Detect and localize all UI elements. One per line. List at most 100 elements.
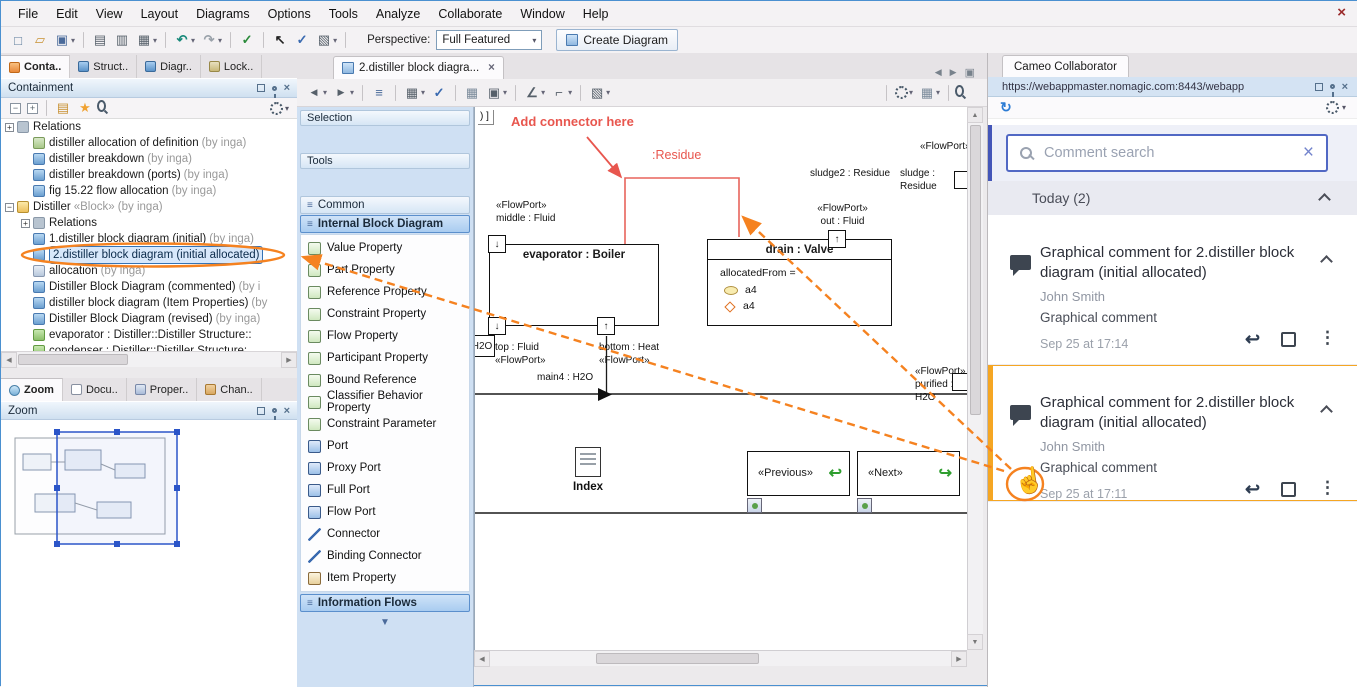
- tree-item[interactable]: distiller breakdown (by inga): [1, 151, 297, 167]
- collapse-all-icon[interactable]: [8, 97, 23, 119]
- print-icon[interactable]: [90, 29, 110, 51]
- zoom-thumbnail[interactable]: [5, 424, 235, 574]
- sticky-mode-icon[interactable]: [327, 130, 347, 149]
- port-out[interactable]: ↑: [828, 230, 846, 248]
- layout-icon[interactable]: [462, 82, 482, 104]
- port-sludge[interactable]: [954, 171, 967, 189]
- tab-containment[interactable]: Conta..: [1, 55, 70, 78]
- text-tool-icon[interactable]: [373, 173, 393, 192]
- tree-item[interactable]: distiller block diagram (Item Properties…: [1, 295, 297, 311]
- related-elements-icon[interactable]: [134, 29, 159, 51]
- tab-documentation[interactable]: Docu..: [63, 378, 127, 401]
- new-project-icon[interactable]: [8, 29, 28, 51]
- tab-locked-elements[interactable]: Lock..: [201, 55, 262, 78]
- related-elements-icon[interactable]: [402, 82, 427, 104]
- scrollbar-thumb[interactable]: [970, 125, 981, 415]
- menu-item[interactable]: Collaborate: [429, 2, 511, 26]
- palette-item[interactable]: Bound Reference: [301, 369, 469, 391]
- clear-search-icon[interactable]: ×: [1291, 142, 1326, 164]
- scrollbar-thumb[interactable]: [596, 653, 759, 664]
- open-project-icon[interactable]: [30, 29, 50, 51]
- scroll-up-icon[interactable]: ▲: [967, 107, 983, 123]
- tree-item[interactable]: − Distiller «Block» (by inga): [1, 199, 297, 215]
- tree-expander-icon[interactable]: −: [5, 203, 14, 212]
- validate-icon[interactable]: [292, 29, 312, 51]
- tab-zoom[interactable]: Zoom: [1, 378, 63, 401]
- show-options-icon[interactable]: [587, 82, 612, 104]
- palette-item[interactable]: Value Property: [301, 237, 469, 259]
- validate-diagram-icon[interactable]: [429, 82, 449, 104]
- tree-item[interactable]: Distiller Block Diagram (commented) (by …: [1, 279, 297, 295]
- layers-icon[interactable]: [314, 29, 339, 51]
- scroll-left-icon[interactable]: ◀: [474, 651, 490, 667]
- scroll-right-icon[interactable]: ▶: [281, 352, 297, 368]
- comment-card[interactable]: Graphical comment for 2.distiller block …: [988, 215, 1357, 365]
- today-section-header[interactable]: Today (2): [988, 181, 1357, 215]
- pin-icon[interactable]: [272, 86, 277, 91]
- select-cursor-icon[interactable]: [304, 130, 324, 149]
- tree-item[interactable]: 1.distiller block diagram (initial) (by …: [1, 231, 297, 247]
- grid-options-icon[interactable]: [917, 82, 942, 104]
- containment-options-button[interactable]: ▾: [270, 102, 289, 115]
- next-diagram-icon[interactable]: [331, 82, 356, 104]
- float-panel-icon[interactable]: [257, 407, 265, 415]
- menu-item[interactable]: Layout: [132, 2, 188, 26]
- tree-h-scrollbar[interactable]: ◀ ▶: [1, 351, 297, 367]
- note-tool-icon[interactable]: [396, 173, 416, 192]
- sum-icon[interactable]: [350, 173, 370, 192]
- tree-item-2-distiller-block-diagram[interactable]: 2.distiller block diagram (initial alloc…: [1, 247, 297, 263]
- split-icon[interactable]: [327, 173, 347, 192]
- palette-item[interactable]: Participant Property: [301, 347, 469, 369]
- close-icon[interactable]: ×: [1337, 4, 1346, 21]
- resolve-checkbox[interactable]: [1281, 332, 1296, 347]
- scroll-tabs-right-icon[interactable]: ▶: [950, 67, 957, 78]
- palette-item[interactable]: Item Property: [301, 567, 469, 589]
- menu-item[interactable]: Analyze: [367, 2, 429, 26]
- pin-icon[interactable]: [1330, 84, 1335, 89]
- diagram-tab[interactable]: 2.distiller block diagra... ×: [333, 56, 504, 79]
- group-mode-icon[interactable]: [350, 130, 370, 149]
- undo-icon[interactable]: [172, 29, 197, 51]
- close-panel-icon[interactable]: [284, 407, 290, 415]
- tree-item[interactable]: + Relations: [1, 119, 297, 135]
- tree-item[interactable]: distiller allocation of definition (by i…: [1, 135, 297, 151]
- menu-item[interactable]: Help: [574, 2, 618, 26]
- swimlane-icon[interactable]: [304, 173, 324, 192]
- float-panel-icon[interactable]: [257, 84, 265, 92]
- scroll-right-icon[interactable]: ▶: [951, 651, 967, 667]
- palette-item[interactable]: Flow Property: [301, 325, 469, 347]
- palette-item[interactable]: Reference Property: [301, 281, 469, 303]
- menu-item[interactable]: Window: [511, 2, 573, 26]
- search-icon[interactable]: [97, 97, 114, 119]
- tab-cameo-collaborator[interactable]: Cameo Collaborator: [1002, 55, 1129, 77]
- tree-item[interactable]: distiller breakdown (ports) (by inga): [1, 167, 297, 183]
- save-icon[interactable]: [52, 29, 77, 51]
- close-tab-icon[interactable]: ×: [488, 62, 495, 74]
- comment-search-box[interactable]: ×: [1006, 134, 1328, 172]
- tree-expander-icon[interactable]: +: [21, 219, 30, 228]
- menu-item[interactable]: View: [87, 2, 132, 26]
- pin-icon[interactable]: [272, 408, 277, 413]
- perspective-select[interactable]: Full Featured▾: [436, 30, 542, 50]
- canvas-h-scrollbar[interactable]: ◀ ▶: [474, 650, 967, 666]
- more-options-icon[interactable]: ⋮: [1319, 478, 1336, 498]
- find-in-diagram-icon[interactable]: [955, 82, 972, 104]
- containment-tree-toggle-icon[interactable]: [369, 82, 389, 104]
- float-panel-icon[interactable]: [1315, 83, 1323, 91]
- palette-item[interactable]: Flow Port: [301, 501, 469, 523]
- palette-group-information-flows[interactable]: ≡Information Flows: [300, 594, 470, 612]
- spell-check-icon[interactable]: [237, 29, 257, 51]
- palette-item[interactable]: Classifier Behavior Property: [301, 391, 469, 413]
- collapse-comment-icon[interactable]: [1320, 405, 1333, 418]
- diagram-canvas[interactable]: ) ] Add connector here :Residue evaporat…: [474, 107, 967, 650]
- port-bottom[interactable]: ↑: [597, 317, 615, 335]
- palette-item[interactable]: Port: [301, 435, 469, 457]
- tab-diagrams[interactable]: Diagr..: [137, 55, 201, 78]
- scroll-down-icon[interactable]: ▼: [967, 634, 983, 650]
- menu-item[interactable]: Tools: [320, 2, 367, 26]
- port-middle[interactable]: ↓: [488, 235, 506, 253]
- zoom-fit-icon[interactable]: [484, 82, 509, 104]
- reply-icon[interactable]: ↩: [1245, 479, 1260, 500]
- evaporator-block[interactable]: evaporator : Boiler: [489, 244, 659, 326]
- previous-diagram-icon[interactable]: [304, 82, 329, 104]
